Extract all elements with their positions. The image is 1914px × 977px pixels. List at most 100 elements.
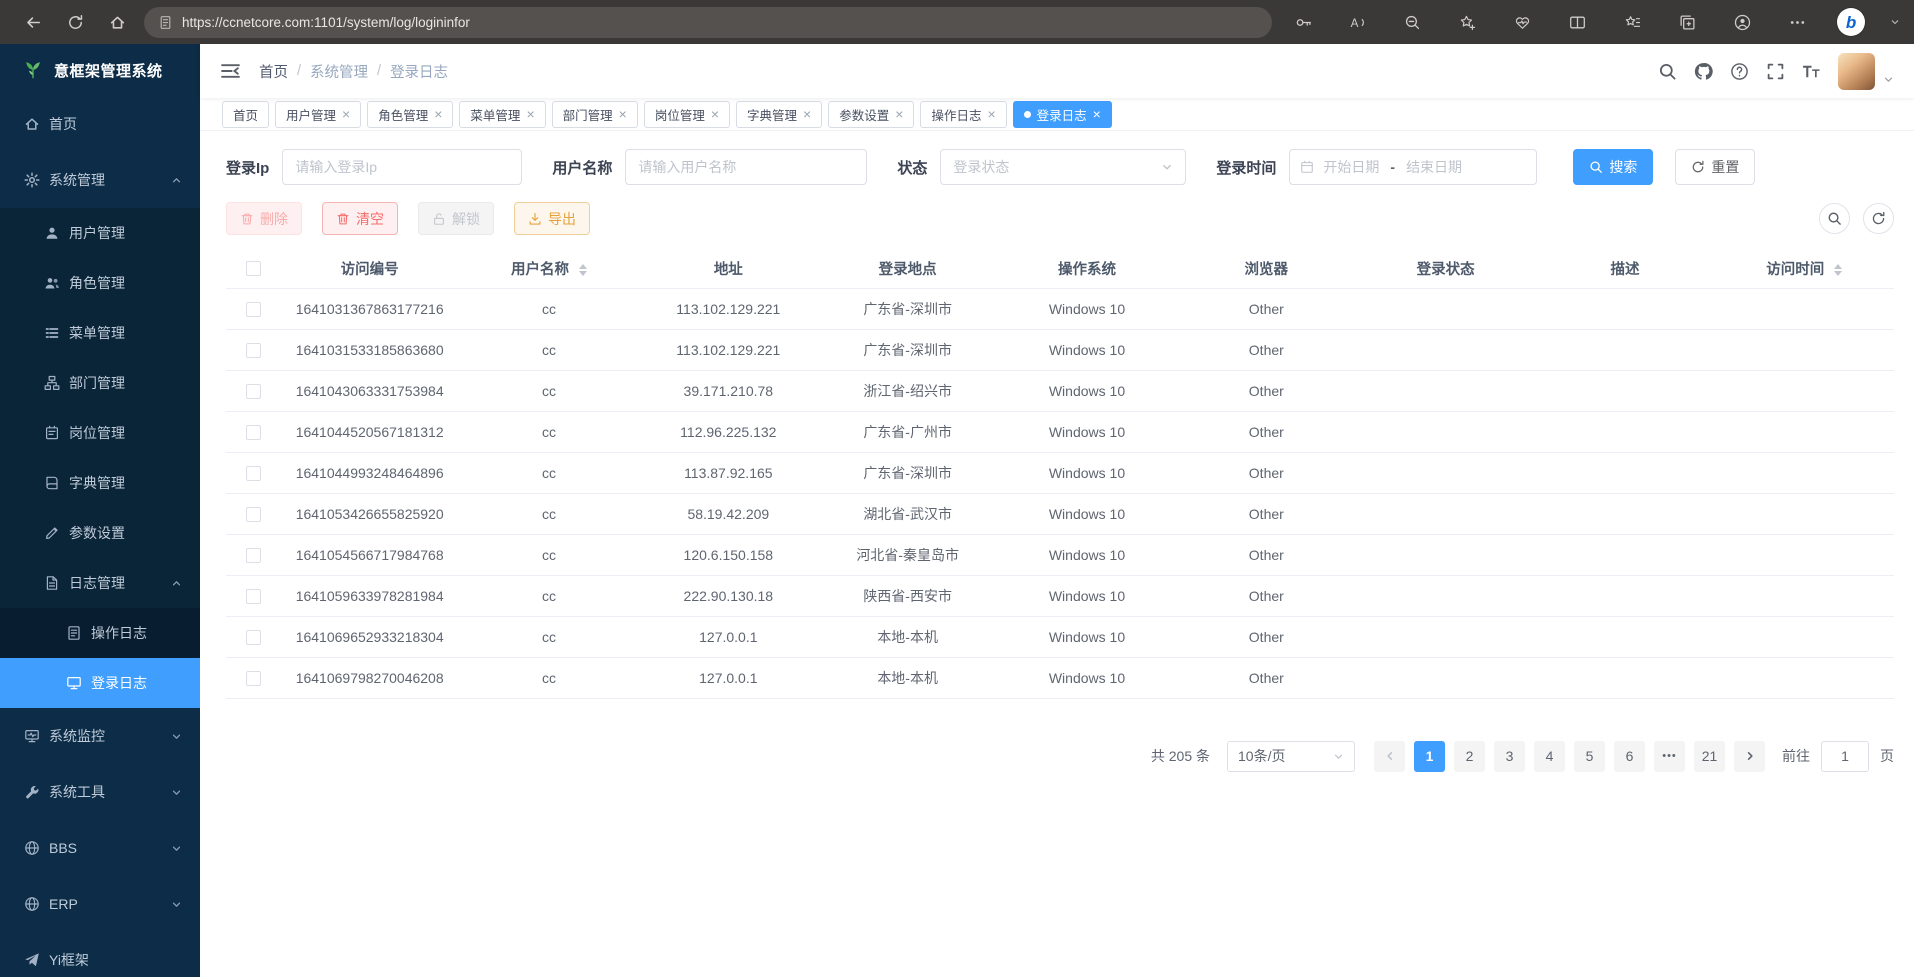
sidebar-item-erp[interactable]: ERP [0, 876, 200, 932]
page-button-6[interactable]: 6 [1614, 741, 1645, 772]
refresh-button[interactable] [60, 7, 90, 37]
tab-dict-mgmt[interactable]: 字典管理 × [736, 101, 822, 128]
table-row[interactable]: 1641031367863177216cc113.102.129.221广东省-… [226, 288, 1894, 329]
row-checkbox[interactable] [246, 589, 261, 604]
collections-icon[interactable] [1672, 7, 1702, 37]
more-icon[interactable] [1782, 7, 1812, 37]
bing-copilot-icon[interactable]: b [1837, 8, 1865, 36]
fontsize-icon[interactable] [1802, 62, 1821, 81]
profile-icon[interactable] [1727, 7, 1757, 37]
key-icon[interactable] [1288, 7, 1318, 37]
close-tab-icon[interactable]: × [987, 107, 995, 121]
fullscreen-icon[interactable] [1766, 62, 1785, 81]
row-checkbox[interactable] [246, 425, 261, 440]
sidebar-item-log-mgmt[interactable]: 日志管理 [0, 558, 200, 608]
favorite-add-icon[interactable] [1453, 7, 1483, 37]
tab-post-mgmt[interactable]: 岗位管理 × [644, 101, 730, 128]
row-checkbox[interactable] [246, 384, 261, 399]
sort-icon[interactable] [579, 264, 587, 276]
sidebar-item-op-log[interactable]: 操作日志 [0, 608, 200, 658]
close-tab-icon[interactable]: × [803, 107, 811, 121]
page-button-2[interactable]: 2 [1454, 741, 1485, 772]
clear-button[interactable]: 清空 [322, 202, 398, 235]
table-row[interactable]: 1641069798270046208cc127.0.0.1本地-本机Windo… [226, 657, 1894, 698]
table-row[interactable]: 1641044520567181312cc112.96.225.132广东省-广… [226, 411, 1894, 452]
row-checkbox[interactable] [246, 507, 261, 522]
sidebar-item-bbs[interactable]: BBS [0, 820, 200, 876]
status-select[interactable]: 登录状态 [940, 149, 1186, 185]
sidebar-item-user-mgmt[interactable]: 用户管理 [0, 208, 200, 258]
table-refresh-button[interactable] [1863, 203, 1894, 234]
sidebar-item-dept-mgmt[interactable]: 部门管理 [0, 358, 200, 408]
app-logo[interactable]: 意框架管理系统 [0, 44, 200, 96]
tab-login-log[interactable]: 登录日志 × [1013, 101, 1112, 128]
export-button[interactable]: 导出 [514, 202, 590, 235]
breadcrumb-login-log[interactable]: 登录日志 [390, 61, 448, 82]
table-row[interactable]: 1641031533185863680cc113.102.129.221广东省-… [226, 329, 1894, 370]
page-button-3[interactable]: 3 [1494, 741, 1525, 772]
prev-page-button[interactable] [1374, 741, 1405, 772]
row-checkbox[interactable] [246, 466, 261, 481]
reset-button[interactable]: 重置 [1675, 149, 1755, 185]
close-tab-icon[interactable]: × [342, 107, 350, 121]
sidebar-item-sys-monitor[interactable]: 系统监控 [0, 708, 200, 764]
tab-user-mgmt[interactable]: 用户管理 × [275, 101, 361, 128]
sidebar-item-login-log[interactable]: 登录日志 [0, 658, 200, 708]
page-button-21[interactable]: 21 [1694, 741, 1725, 772]
login-time-range[interactable]: 开始日期 - 结束日期 [1289, 149, 1537, 185]
row-checkbox[interactable] [246, 548, 261, 563]
help-icon[interactable] [1730, 62, 1749, 81]
unlock-button[interactable]: 解锁 [418, 202, 494, 235]
collapse-menu-icon[interactable] [220, 62, 241, 80]
sort-icon[interactable] [1834, 264, 1842, 276]
sidebar-item-dict-mgmt[interactable]: 字典管理 [0, 458, 200, 508]
close-tab-icon[interactable]: × [434, 107, 442, 121]
tab-op-log[interactable]: 操作日志 × [920, 101, 1006, 128]
table-row[interactable]: 1641053426655825920cc58.19.42.209湖北省-武汉市… [226, 493, 1894, 534]
delete-button[interactable]: 删除 [226, 202, 302, 235]
tab-dept-mgmt[interactable]: 部门管理 × [552, 101, 638, 128]
read-aloud-icon[interactable]: A [1343, 7, 1373, 37]
github-icon[interactable] [1694, 62, 1713, 81]
column-header[interactable]: 访问时间 [1715, 249, 1894, 288]
avatar-caret-icon[interactable] [1883, 74, 1894, 85]
table-search-button[interactable] [1819, 203, 1850, 234]
page-button-5[interactable]: 5 [1574, 741, 1605, 772]
username-input[interactable] [625, 149, 867, 185]
essentials-icon[interactable] [1508, 7, 1538, 37]
page-button-4[interactable]: 4 [1534, 741, 1565, 772]
search-icon[interactable] [1658, 62, 1677, 81]
next-page-button[interactable] [1734, 741, 1765, 772]
tab-param-settings[interactable]: 参数设置 × [828, 101, 914, 128]
row-checkbox[interactable] [246, 343, 261, 358]
page-jump-input[interactable] [1821, 741, 1869, 772]
tab-menu-mgmt[interactable]: 菜单管理 × [459, 101, 545, 128]
close-tab-icon[interactable]: × [711, 107, 719, 121]
zoom-icon[interactable] [1398, 7, 1428, 37]
close-tab-icon[interactable]: × [526, 107, 534, 121]
table-row[interactable]: 1641059633978281984cc222.90.130.18陕西省-西安… [226, 575, 1894, 616]
breadcrumb-home[interactable]: 首页 [259, 61, 288, 82]
sidebar-item-home[interactable]: 首页 [0, 96, 200, 152]
tab-role-mgmt[interactable]: 角色管理 × [367, 101, 453, 128]
favorites-icon[interactable] [1617, 7, 1647, 37]
sidebar-item-role-mgmt[interactable]: 角色管理 [0, 258, 200, 308]
row-checkbox[interactable] [246, 302, 261, 317]
row-checkbox[interactable] [246, 630, 261, 645]
table-row[interactable]: 1641069652933218304cc127.0.0.1本地-本机Windo… [226, 616, 1894, 657]
page-size-select[interactable]: 10条/页 [1227, 741, 1355, 772]
login-ip-input[interactable] [282, 149, 522, 185]
sidebar-item-sys-tools[interactable]: 系统工具 [0, 764, 200, 820]
select-all-checkbox[interactable] [246, 261, 261, 276]
sidebar-item-menu-mgmt[interactable]: 菜单管理 [0, 308, 200, 358]
table-row[interactable]: 1641054566717984768cc120.6.150.158河北省-秦皇… [226, 534, 1894, 575]
page-button-1[interactable]: 1 [1414, 741, 1445, 772]
copilot-caret-icon[interactable] [1890, 17, 1900, 27]
sidebar-item-system-mgmt[interactable]: 系统管理 [0, 152, 200, 208]
breadcrumb-system-mgmt[interactable]: 系统管理 [310, 61, 368, 82]
row-checkbox[interactable] [246, 671, 261, 686]
table-row[interactable]: 1641044993248464896cc113.87.92.165广东省-深圳… [226, 452, 1894, 493]
sidebar-item-yi-framework[interactable]: Yi框架 [0, 932, 200, 977]
sidebar-item-post-mgmt[interactable]: 岗位管理 [0, 408, 200, 458]
more-pages-button[interactable]: ••• [1654, 741, 1685, 772]
